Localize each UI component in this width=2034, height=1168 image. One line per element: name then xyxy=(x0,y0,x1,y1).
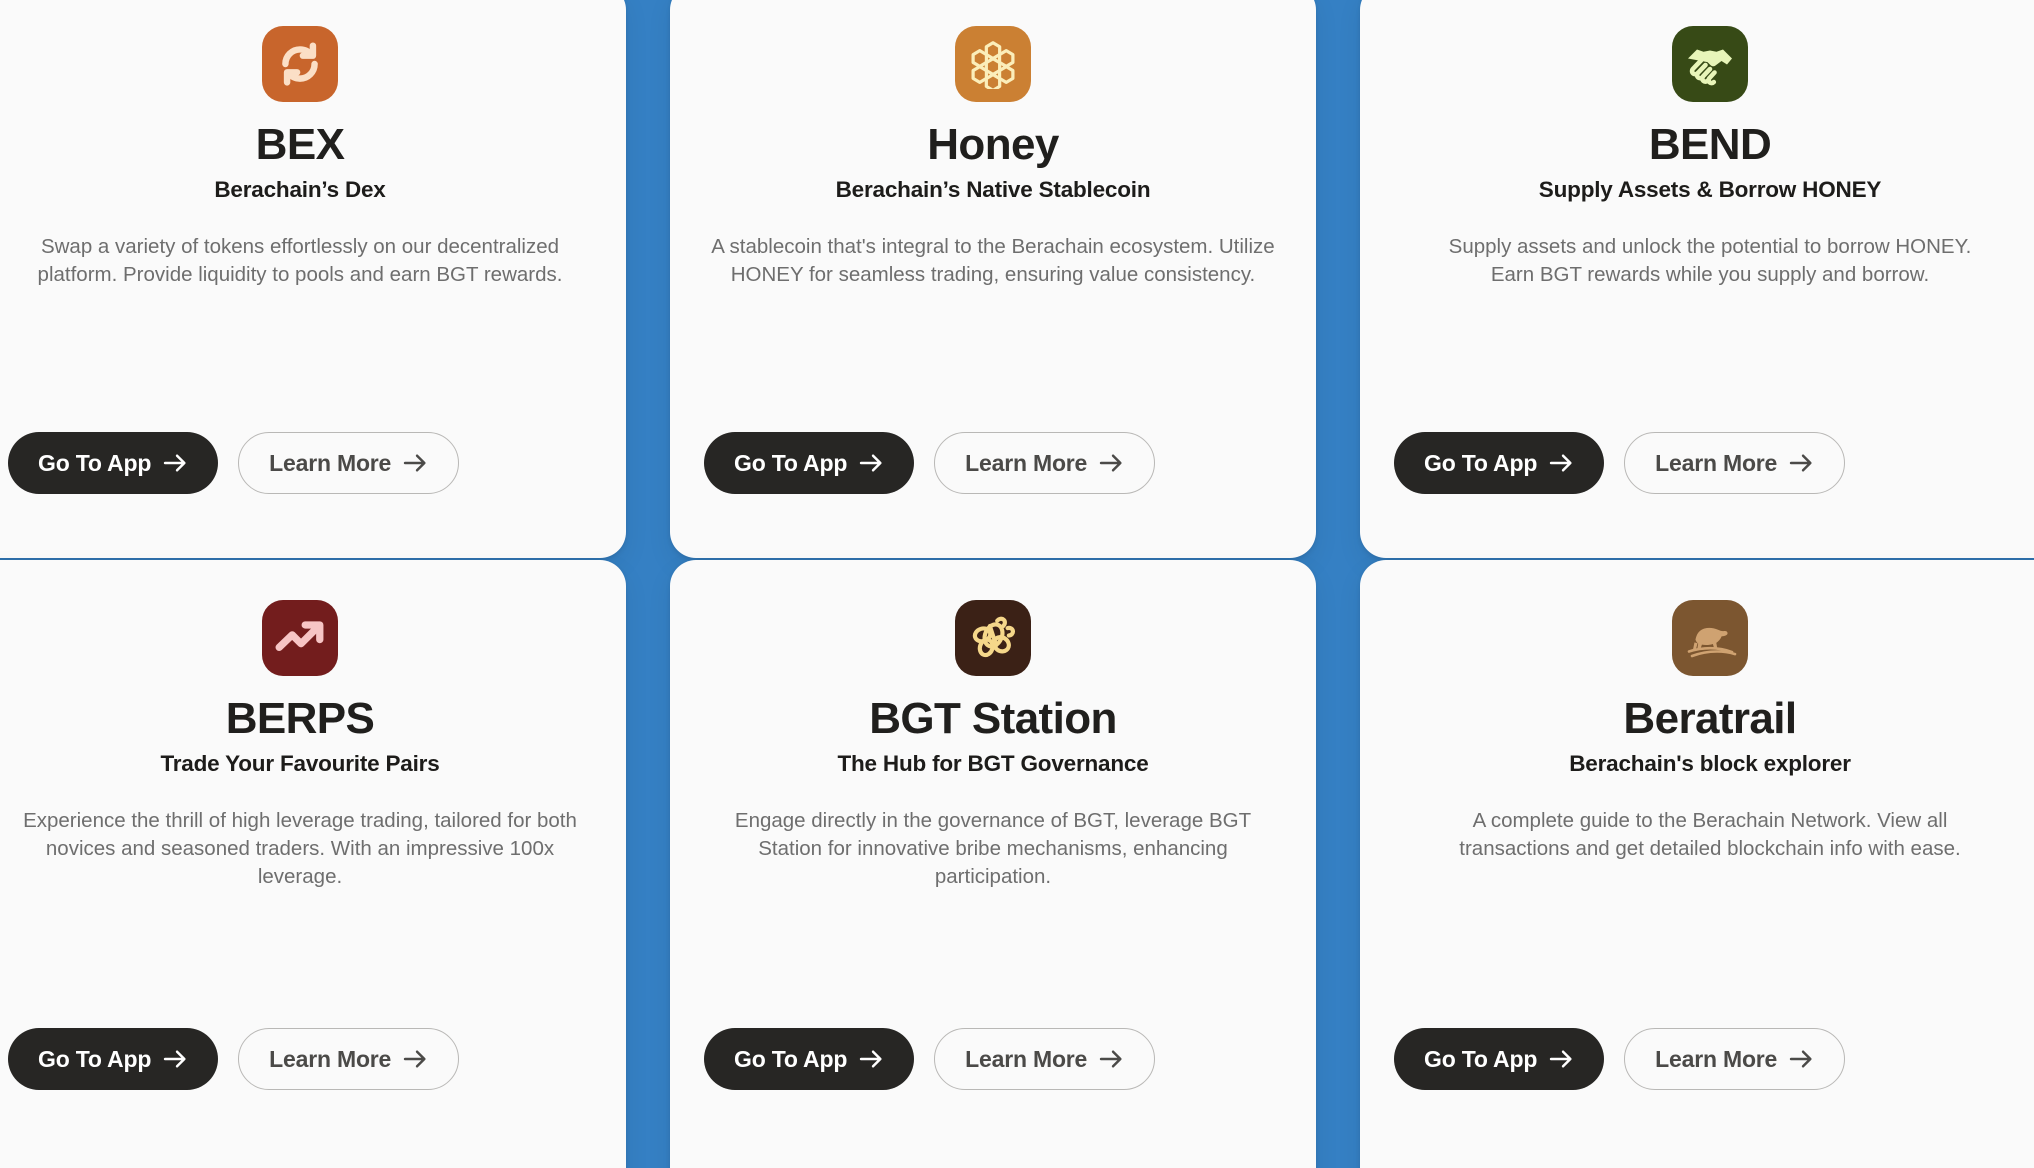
learn-more-label: Learn More xyxy=(1655,449,1778,476)
go-to-app-label: Go To App xyxy=(734,1045,848,1072)
go-to-app-button[interactable]: Go To App xyxy=(8,1028,219,1090)
grid-cell-berps: BERPS Trade Your Favourite Pairs Experie… xyxy=(0,560,648,1168)
grid-cell-bgt-station: BGT Station The Hub for BGT Governance E… xyxy=(648,560,1338,1168)
app-subtitle: Berachain’s Dex xyxy=(214,176,386,202)
app-card-beratrail[interactable]: Beratrail Berachain's block explorer A c… xyxy=(1360,560,2034,1168)
learn-more-label: Learn More xyxy=(269,1045,392,1072)
app-subtitle: Supply Assets & Borrow HONEY xyxy=(1538,176,1882,202)
app-subtitle: Berachain’s Native Stablecoin xyxy=(835,176,1151,202)
app-subtitle: Trade Your Favourite Pairs xyxy=(160,750,440,776)
card-actions: Go To App Learn More xyxy=(1394,432,2026,558)
handshake-icon xyxy=(1672,26,1748,102)
learn-more-button[interactable]: Learn More xyxy=(934,1028,1156,1090)
app-title: BEX xyxy=(255,120,345,169)
app-title: Honey xyxy=(927,120,1059,169)
app-description: Engage directly in the governance of BGT… xyxy=(734,808,1252,889)
go-to-app-label: Go To App xyxy=(38,1045,152,1072)
arrow-right-icon xyxy=(1099,452,1124,474)
learn-more-button[interactable]: Learn More xyxy=(238,432,460,494)
card-actions: Go To App Learn More xyxy=(704,1028,1282,1168)
app-card-honey[interactable]: Honey Berachain’s Native Stablecoin A st… xyxy=(670,0,1316,558)
card-actions: Go To App Learn More xyxy=(704,432,1282,558)
app-subtitle: Berachain's block explorer xyxy=(1569,750,1851,776)
arrow-right-icon xyxy=(1789,1048,1814,1070)
app-cards-grid: BEX Berachain’s Dex Swap a variety of to… xyxy=(0,0,2034,1168)
app-card-bgt-station[interactable]: BGT Station The Hub for BGT Governance E… xyxy=(670,560,1316,1168)
card-actions: Go To App Learn More xyxy=(8,432,592,558)
app-title: BGT Station xyxy=(869,694,1117,743)
learn-more-label: Learn More xyxy=(1655,1045,1778,1072)
go-to-app-button[interactable]: Go To App xyxy=(1394,1028,1605,1090)
learn-more-button[interactable]: Learn More xyxy=(238,1028,460,1090)
arrow-right-icon xyxy=(1789,452,1814,474)
honeycomb-icon xyxy=(955,26,1031,102)
arrow-right-icon xyxy=(1099,1048,1124,1070)
arrow-right-icon xyxy=(1549,452,1574,474)
go-to-app-button[interactable]: Go To App xyxy=(704,432,915,494)
learn-more-button[interactable]: Learn More xyxy=(934,432,1156,494)
go-to-app-label: Go To App xyxy=(1424,449,1538,476)
app-description: A complete guide to the Berachain Networ… xyxy=(1459,808,1961,860)
app-card-berps[interactable]: BERPS Trade Your Favourite Pairs Experie… xyxy=(0,560,626,1168)
arrow-right-icon xyxy=(163,452,188,474)
go-to-app-button[interactable]: Go To App xyxy=(704,1028,915,1090)
app-card-bex[interactable]: BEX Berachain’s Dex Swap a variety of to… xyxy=(0,0,626,558)
swap-refresh-icon xyxy=(262,26,338,102)
grid-cell-bend: BEND Supply Assets & Borrow HONEY Supply… xyxy=(1338,0,2034,560)
learn-more-button[interactable]: Learn More xyxy=(1624,1028,1846,1090)
grid-cell-honey: Honey Berachain’s Native Stablecoin A st… xyxy=(648,0,1338,560)
go-to-app-label: Go To App xyxy=(1424,1045,1538,1072)
grid-cell-bex: BEX Berachain’s Dex Swap a variety of to… xyxy=(0,0,648,560)
app-subtitle: The Hub for BGT Governance xyxy=(837,750,1149,776)
app-description: Swap a variety of tokens effortlessly on… xyxy=(37,234,563,286)
go-to-app-label: Go To App xyxy=(38,449,152,476)
grid-cell-beratrail: Beratrail Berachain's block explorer A c… xyxy=(1338,560,2034,1168)
learn-more-button[interactable]: Learn More xyxy=(1624,432,1846,494)
bear-trail-icon xyxy=(1672,600,1748,676)
card-actions: Go To App Learn More xyxy=(1394,1028,2026,1168)
learn-more-label: Learn More xyxy=(965,449,1088,476)
arrow-right-icon xyxy=(163,1048,188,1070)
app-title: Beratrail xyxy=(1623,694,1797,743)
go-to-app-button[interactable]: Go To App xyxy=(8,432,219,494)
bee-icon xyxy=(955,600,1031,676)
go-to-app-button[interactable]: Go To App xyxy=(1394,432,1605,494)
app-description: A stablecoin that's integral to the Bera… xyxy=(711,234,1275,286)
arrow-right-icon xyxy=(403,452,428,474)
app-title: BEND xyxy=(1648,120,1772,169)
arrow-right-icon xyxy=(859,1048,884,1070)
arrow-right-icon xyxy=(403,1048,428,1070)
app-description: Supply assets and unlock the potential t… xyxy=(1448,234,1972,286)
arrow-right-icon xyxy=(859,452,884,474)
learn-more-label: Learn More xyxy=(965,1045,1088,1072)
app-description: Experience the thrill of high leverage t… xyxy=(23,808,577,889)
app-title: BERPS xyxy=(225,694,375,743)
learn-more-label: Learn More xyxy=(269,449,392,476)
card-actions: Go To App Learn More xyxy=(8,1028,592,1168)
app-card-bend[interactable]: BEND Supply Assets & Borrow HONEY Supply… xyxy=(1360,0,2034,558)
go-to-app-label: Go To App xyxy=(734,449,848,476)
trending-up-icon xyxy=(262,600,338,676)
arrow-right-icon xyxy=(1549,1048,1574,1070)
